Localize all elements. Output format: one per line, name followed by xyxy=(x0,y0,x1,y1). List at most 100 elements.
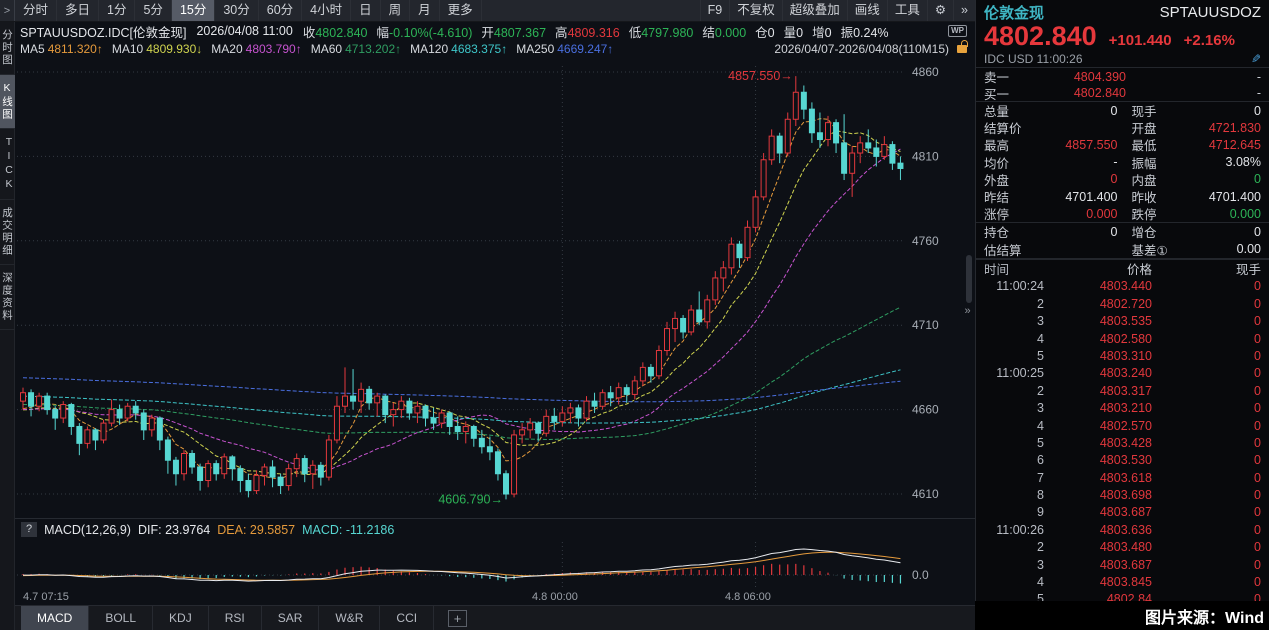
nav-tool-F9[interactable]: F9 xyxy=(700,0,730,21)
tick-row: 74803.6180 xyxy=(976,469,1269,486)
tick-row: 11:00:244803.4400 xyxy=(976,278,1269,295)
svg-text:4860: 4860 xyxy=(912,65,939,79)
sidebar-tab-深度资料[interactable]: 深度资料 xyxy=(0,265,15,330)
time-tick: 4.7 07:15 xyxy=(23,591,69,603)
sidebar-tab-K线图[interactable]: K线图 xyxy=(0,75,15,129)
stat-row: 总量0现手0 xyxy=(976,102,1269,119)
nav-tool-不复权[interactable]: 不复权 xyxy=(729,0,782,21)
nav-interval-5分[interactable]: 5分 xyxy=(135,0,171,21)
tick-row: 24803.3170 xyxy=(976,382,1269,399)
left-sidebar: 分时图K线图TICK成交明细深度资料 xyxy=(0,22,15,630)
tick-row: 34803.6870 xyxy=(976,556,1269,573)
tick-col-time: 时间 xyxy=(984,259,1044,278)
indicator-tab-bar: MACDBOLLKDJRSISARW&RCCI + xyxy=(15,605,975,630)
tick-row: 94803.6870 xyxy=(976,504,1269,521)
indicator-tab-CCI[interactable]: CCI xyxy=(380,606,434,630)
indicator-tab-BOLL[interactable]: BOLL xyxy=(89,606,153,630)
dea-value: 29.5857 xyxy=(250,523,295,537)
macd-label: MACD: xyxy=(302,523,342,537)
nav-interval-周[interactable]: 周 xyxy=(381,0,411,21)
field-幅: 幅-0.10%(-4.610) xyxy=(377,22,473,41)
dea-label: DEA: xyxy=(217,523,246,537)
scrollbar-thumb[interactable] xyxy=(966,255,972,303)
stat-row: 结算价开盘4721.830 xyxy=(976,119,1269,136)
chart-area: SPTAUUSDOZ.IDC[伦敦金现] 2026/04/08 11:00 收4… xyxy=(15,22,975,630)
tick-row: 24803.4800 xyxy=(976,539,1269,556)
candlestick-chart[interactable]: 4860481047604710466046104857.550→4606.79… xyxy=(15,58,975,518)
quote-info-bar: SPTAUUSDOZ.IDC[伦敦金现] 2026/04/08 11:00 收4… xyxy=(15,22,975,40)
dif-label: DIF: xyxy=(138,523,162,537)
wp-window-icon[interactable]: WP xyxy=(948,25,967,37)
indicator-tab-MACD[interactable]: MACD xyxy=(21,606,89,630)
field-高: 高4809.316 xyxy=(555,22,620,41)
sidebar-tab-分时图[interactable]: 分时图 xyxy=(0,22,15,75)
nav-interval-30分[interactable]: 30分 xyxy=(215,0,258,21)
gear-icon[interactable]: ⚙ xyxy=(927,0,953,21)
field-仓: 仓0 xyxy=(755,22,774,41)
svg-text:4810: 4810 xyxy=(912,149,939,163)
ma-value-MA10: MA104809.930↓ xyxy=(112,42,202,56)
bid-volume: - xyxy=(1126,86,1261,100)
stat-row: 最高4857.550最低4712.645 xyxy=(976,136,1269,153)
svg-text:4857.550→: 4857.550→ xyxy=(728,69,793,83)
nav-tool-超级叠加[interactable]: 超级叠加 xyxy=(782,0,847,21)
stat-row: 昨结4701.400昨收4701.400 xyxy=(976,188,1269,205)
instrument-code: SPTAUUSDOZ xyxy=(1160,4,1261,21)
help-icon[interactable]: ? xyxy=(21,522,37,537)
dif-value: 23.9764 xyxy=(165,523,210,537)
field-开: 开4807.367 xyxy=(481,22,546,41)
nav-interval-多日[interactable]: 多日 xyxy=(57,0,99,21)
nav-tool-工具[interactable]: 工具 xyxy=(887,0,927,21)
sidebar-tab-TICK[interactable]: TICK xyxy=(0,129,15,200)
image-source-watermark: 图片来源：Wind xyxy=(975,601,1269,630)
field-量: 量0 xyxy=(784,22,803,41)
indicator-tab-RSI[interactable]: RSI xyxy=(209,606,262,630)
nav-interval-60分[interactable]: 60分 xyxy=(259,0,302,21)
edit-pencil-icon[interactable]: ✎ xyxy=(1251,52,1261,66)
ma-values-bar: MA54811.320↑MA104809.930↓MA204803.790↑MA… xyxy=(15,40,975,58)
panel-expand-icon[interactable]: » xyxy=(961,303,974,319)
ask-row: 卖一 4804.390 - xyxy=(976,68,1269,85)
indicator-tab-W&R[interactable]: W&R xyxy=(319,606,380,630)
tick-row: 11:00:264803.6360 xyxy=(976,521,1269,538)
tick-col-price: 价格 xyxy=(1044,259,1152,278)
tick-row: 44803.8450 xyxy=(976,573,1269,590)
tick-row: 34803.2100 xyxy=(976,399,1269,416)
macd-chart[interactable]: 0.0 xyxy=(15,540,975,590)
nav-interval-分时[interactable]: 分时 xyxy=(15,0,57,21)
exchange-currency-time: IDC USD 11:00:26 xyxy=(984,52,1083,66)
macd-title: MACD(12,26,9) xyxy=(44,523,131,537)
tick-row: 24802.7200 xyxy=(976,295,1269,312)
price-change: +101.440 xyxy=(1109,32,1172,49)
tick-row: 54803.3100 xyxy=(976,347,1269,364)
add-indicator-icon[interactable]: + xyxy=(448,610,467,627)
nav-interval-15分[interactable]: 15分 xyxy=(172,0,215,21)
unlock-icon[interactable] xyxy=(957,45,967,53)
ma-value-MA120: MA1204683.375↑ xyxy=(410,42,507,56)
ma-value-MA60: MA604713.202↑ xyxy=(311,42,401,56)
field-低: 低4797.980 xyxy=(629,22,694,41)
ask-volume: - xyxy=(1126,70,1261,84)
nav-interval-1分[interactable]: 1分 xyxy=(99,0,135,21)
tick-row: 54803.4280 xyxy=(976,434,1269,451)
nav-interval-4小时[interactable]: 4小时 xyxy=(302,0,351,21)
tick-table-header: 时间 价格 现手 xyxy=(976,259,1269,278)
nav-interval-月[interactable]: 月 xyxy=(410,0,440,21)
svg-text:4760: 4760 xyxy=(912,234,939,248)
symbol-label: SPTAUUSDOZ.IDC[伦敦金现] xyxy=(20,22,186,41)
collapse-icon[interactable]: > xyxy=(0,0,15,21)
nav-tool-画线[interactable]: 画线 xyxy=(847,0,887,21)
tick-row: 34803.5350 xyxy=(976,312,1269,329)
sidebar-tab-成交明细[interactable]: 成交明细 xyxy=(0,200,15,265)
instrument-name: 伦敦金现 xyxy=(984,2,1044,23)
indicator-tab-SAR[interactable]: SAR xyxy=(262,606,320,630)
nav-interval-日[interactable]: 日 xyxy=(351,0,381,21)
last-price: 4802.840 xyxy=(984,21,1097,52)
indicator-tab-KDJ[interactable]: KDJ xyxy=(153,606,209,630)
nav-interval-更多[interactable]: 更多 xyxy=(440,0,482,21)
field-收: 收4802.840 xyxy=(303,22,368,41)
chevron-double-right-icon[interactable]: » xyxy=(953,0,975,21)
stat-row: 持仓0增仓0 xyxy=(976,223,1269,240)
macd-indicator-header: ? MACD(12,26,9) DIF: 23.9764 DEA: 29.585… xyxy=(15,518,975,540)
ma-value-MA5: MA54811.320↑ xyxy=(20,42,103,56)
